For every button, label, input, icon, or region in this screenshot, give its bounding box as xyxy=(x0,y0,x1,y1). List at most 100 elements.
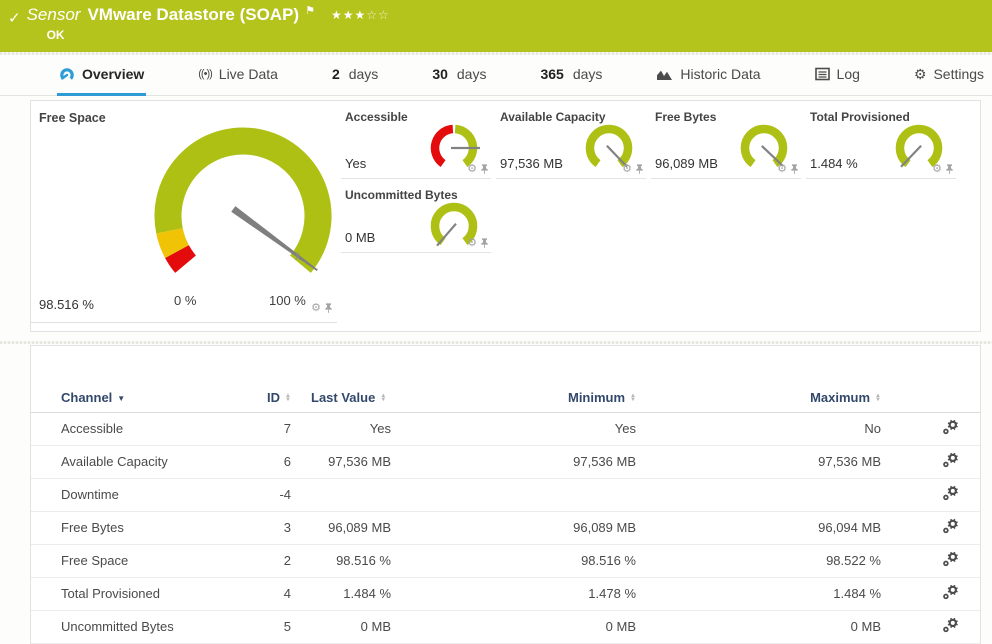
cell-actions xyxy=(881,577,980,610)
gauges-panel: Free Space 0 % 100 % x̄ 98.516 % ⚙ Acces… xyxy=(30,100,981,332)
table-header-row: Channel▼ID▲▼Last Value▲▼Minimum▲▼Maximum… xyxy=(31,384,980,412)
gauge-max-label: 100 % xyxy=(269,293,306,308)
cell-channel[interactable]: Downtime xyxy=(31,478,231,511)
flag-icon[interactable]: ⚑ xyxy=(305,4,315,17)
table-row: Accessible7YesYesNo xyxy=(31,412,980,445)
tab-overview[interactable]: Overview xyxy=(57,55,146,96)
gauge-cell-icons: ⚙ xyxy=(467,163,489,175)
gear-icon[interactable]: ⚙ xyxy=(622,164,632,174)
tab-label: days xyxy=(573,66,603,82)
gauge-value: 1.484 % xyxy=(810,156,858,171)
tab-live-data[interactable]: ((•))Live Data xyxy=(196,55,280,96)
status-check-icon: ✓ xyxy=(8,9,21,52)
gear-icon[interactable]: ⚙ xyxy=(467,164,477,174)
pin-icon[interactable] xyxy=(790,163,799,175)
channel-settings-icon[interactable] xyxy=(942,551,959,567)
cell-last: 98.516 % xyxy=(291,544,391,577)
main-gauge-cell: Free Space 0 % 100 % x̄ 98.516 % ⚙ xyxy=(31,101,337,323)
pin-icon[interactable] xyxy=(324,302,333,314)
column-header-channel[interactable]: Channel▼ xyxy=(31,384,231,412)
cell-last: 0 MB xyxy=(291,610,391,643)
gauge-cell-icons: ⚙ xyxy=(777,163,799,175)
pin-icon[interactable] xyxy=(480,163,489,175)
cell-last xyxy=(291,478,391,511)
column-header-max[interactable]: Maximum▲▼ xyxy=(636,384,881,412)
tab-label: Overview xyxy=(82,66,144,82)
gauge-cell-uncommitted-bytes: Uncommitted Bytes0 MB⚙ xyxy=(341,179,491,253)
tab-30-days[interactable]: 30days xyxy=(430,55,488,96)
sort-icon: ▲▼ xyxy=(875,394,881,402)
cell-channel[interactable]: Uncommitted Bytes xyxy=(31,610,231,643)
cell-last: 97,536 MB xyxy=(291,445,391,478)
tab-settings[interactable]: ⚙Settings xyxy=(912,55,986,96)
cell-actions xyxy=(881,412,980,445)
cell-min: 96,089 MB xyxy=(391,511,636,544)
column-header-actions xyxy=(881,384,980,412)
table-row: Downtime-4 xyxy=(31,478,980,511)
sensor-header: ✓ Sensor VMware Datastore (SOAP) ⚑ ★★★☆☆… xyxy=(0,0,992,52)
pin-icon[interactable] xyxy=(945,163,954,175)
channels-panel: Channel▼ID▲▼Last Value▲▼Minimum▲▼Maximum… xyxy=(30,345,981,644)
stars-empty[interactable]: ☆☆ xyxy=(366,8,390,22)
gear-icon[interactable]: ⚙ xyxy=(777,164,787,174)
column-header-last[interactable]: Last Value▲▼ xyxy=(291,384,391,412)
gear-icon[interactable]: ⚙ xyxy=(311,303,321,313)
tabbar: Overview ((•))Live Data 2days 30days 365days… xyxy=(0,55,992,96)
sensor-titles: Sensor VMware Datastore (SOAP) ⚑ ★★★☆☆ O… xyxy=(27,5,390,52)
cell-max: 1.484 % xyxy=(636,577,881,610)
sensor-kind-label: Sensor xyxy=(27,5,81,25)
stars-filled[interactable]: ★★★ xyxy=(331,8,366,22)
cell-id: 3 xyxy=(231,511,291,544)
cell-channel[interactable]: Free Bytes xyxy=(31,511,231,544)
priority-stars[interactable]: ★★★☆☆ xyxy=(331,8,390,22)
channel-settings-icon[interactable] xyxy=(942,584,959,600)
gauge-cell-icons: ⚙ xyxy=(622,163,644,175)
gauge-value: 0 MB xyxy=(345,230,375,245)
column-header-min[interactable]: Minimum▲▼ xyxy=(391,384,636,412)
channel-settings-icon[interactable] xyxy=(942,617,959,633)
tab-log[interactable]: Log xyxy=(813,55,862,96)
cell-id: 5 xyxy=(231,610,291,643)
cell-channel[interactable]: Free Space xyxy=(31,544,231,577)
gauge-cell-free-bytes: Free Bytes96,089 MB⚙ xyxy=(651,101,801,179)
gauge-value: 98.516 % xyxy=(39,297,94,312)
cell-channel[interactable]: Available Capacity xyxy=(31,445,231,478)
sort-icon: ▲▼ xyxy=(630,394,636,402)
free-space-gauge xyxy=(125,113,337,308)
column-header-id[interactable]: ID▲▼ xyxy=(231,384,291,412)
cell-id: 2 xyxy=(231,544,291,577)
sensor-status: OK xyxy=(47,28,390,42)
channel-settings-icon[interactable] xyxy=(942,452,959,468)
cell-channel[interactable]: Accessible xyxy=(31,412,231,445)
pin-icon[interactable] xyxy=(480,237,489,249)
cell-min: 1.478 % xyxy=(391,577,636,610)
tab-historic-data[interactable]: Historic Data xyxy=(654,55,762,96)
cell-id: 4 xyxy=(231,577,291,610)
cell-id: 7 xyxy=(231,412,291,445)
gauge-value: 96,089 MB xyxy=(655,156,718,171)
gauge-cell-icons: ⚙ xyxy=(932,163,954,175)
gear-icon[interactable]: ⚙ xyxy=(932,164,942,174)
gauge-cell-total-provisioned: Total Provisioned1.484 %⚙ xyxy=(806,101,956,179)
pin-icon[interactable] xyxy=(635,163,644,175)
cell-max: 96,094 MB xyxy=(636,511,881,544)
gauge-min-label: 0 % xyxy=(174,293,196,308)
cell-channel[interactable]: Total Provisioned xyxy=(31,577,231,610)
mean-marker: x̄ xyxy=(295,251,301,263)
cell-min: 98.516 % xyxy=(391,544,636,577)
tab-2-days[interactable]: 2days xyxy=(330,55,380,96)
table-row: Total Provisioned41.484 %1.478 %1.484 % xyxy=(31,577,980,610)
channel-settings-icon[interactable] xyxy=(942,485,959,501)
cell-max: No xyxy=(636,412,881,445)
channel-settings-icon[interactable] xyxy=(942,419,959,435)
gauge-cell-icons: ⚙ xyxy=(467,237,489,249)
cell-min xyxy=(391,478,636,511)
cell-actions xyxy=(881,610,980,643)
divider-texture xyxy=(0,341,992,344)
table-row: Uncommitted Bytes50 MB0 MB0 MB xyxy=(31,610,980,643)
tab-365-days[interactable]: 365days xyxy=(538,55,604,96)
gauge-value: Yes xyxy=(345,156,366,171)
channel-settings-icon[interactable] xyxy=(942,518,959,534)
cell-min: 0 MB xyxy=(391,610,636,643)
gear-icon[interactable]: ⚙ xyxy=(467,238,477,248)
